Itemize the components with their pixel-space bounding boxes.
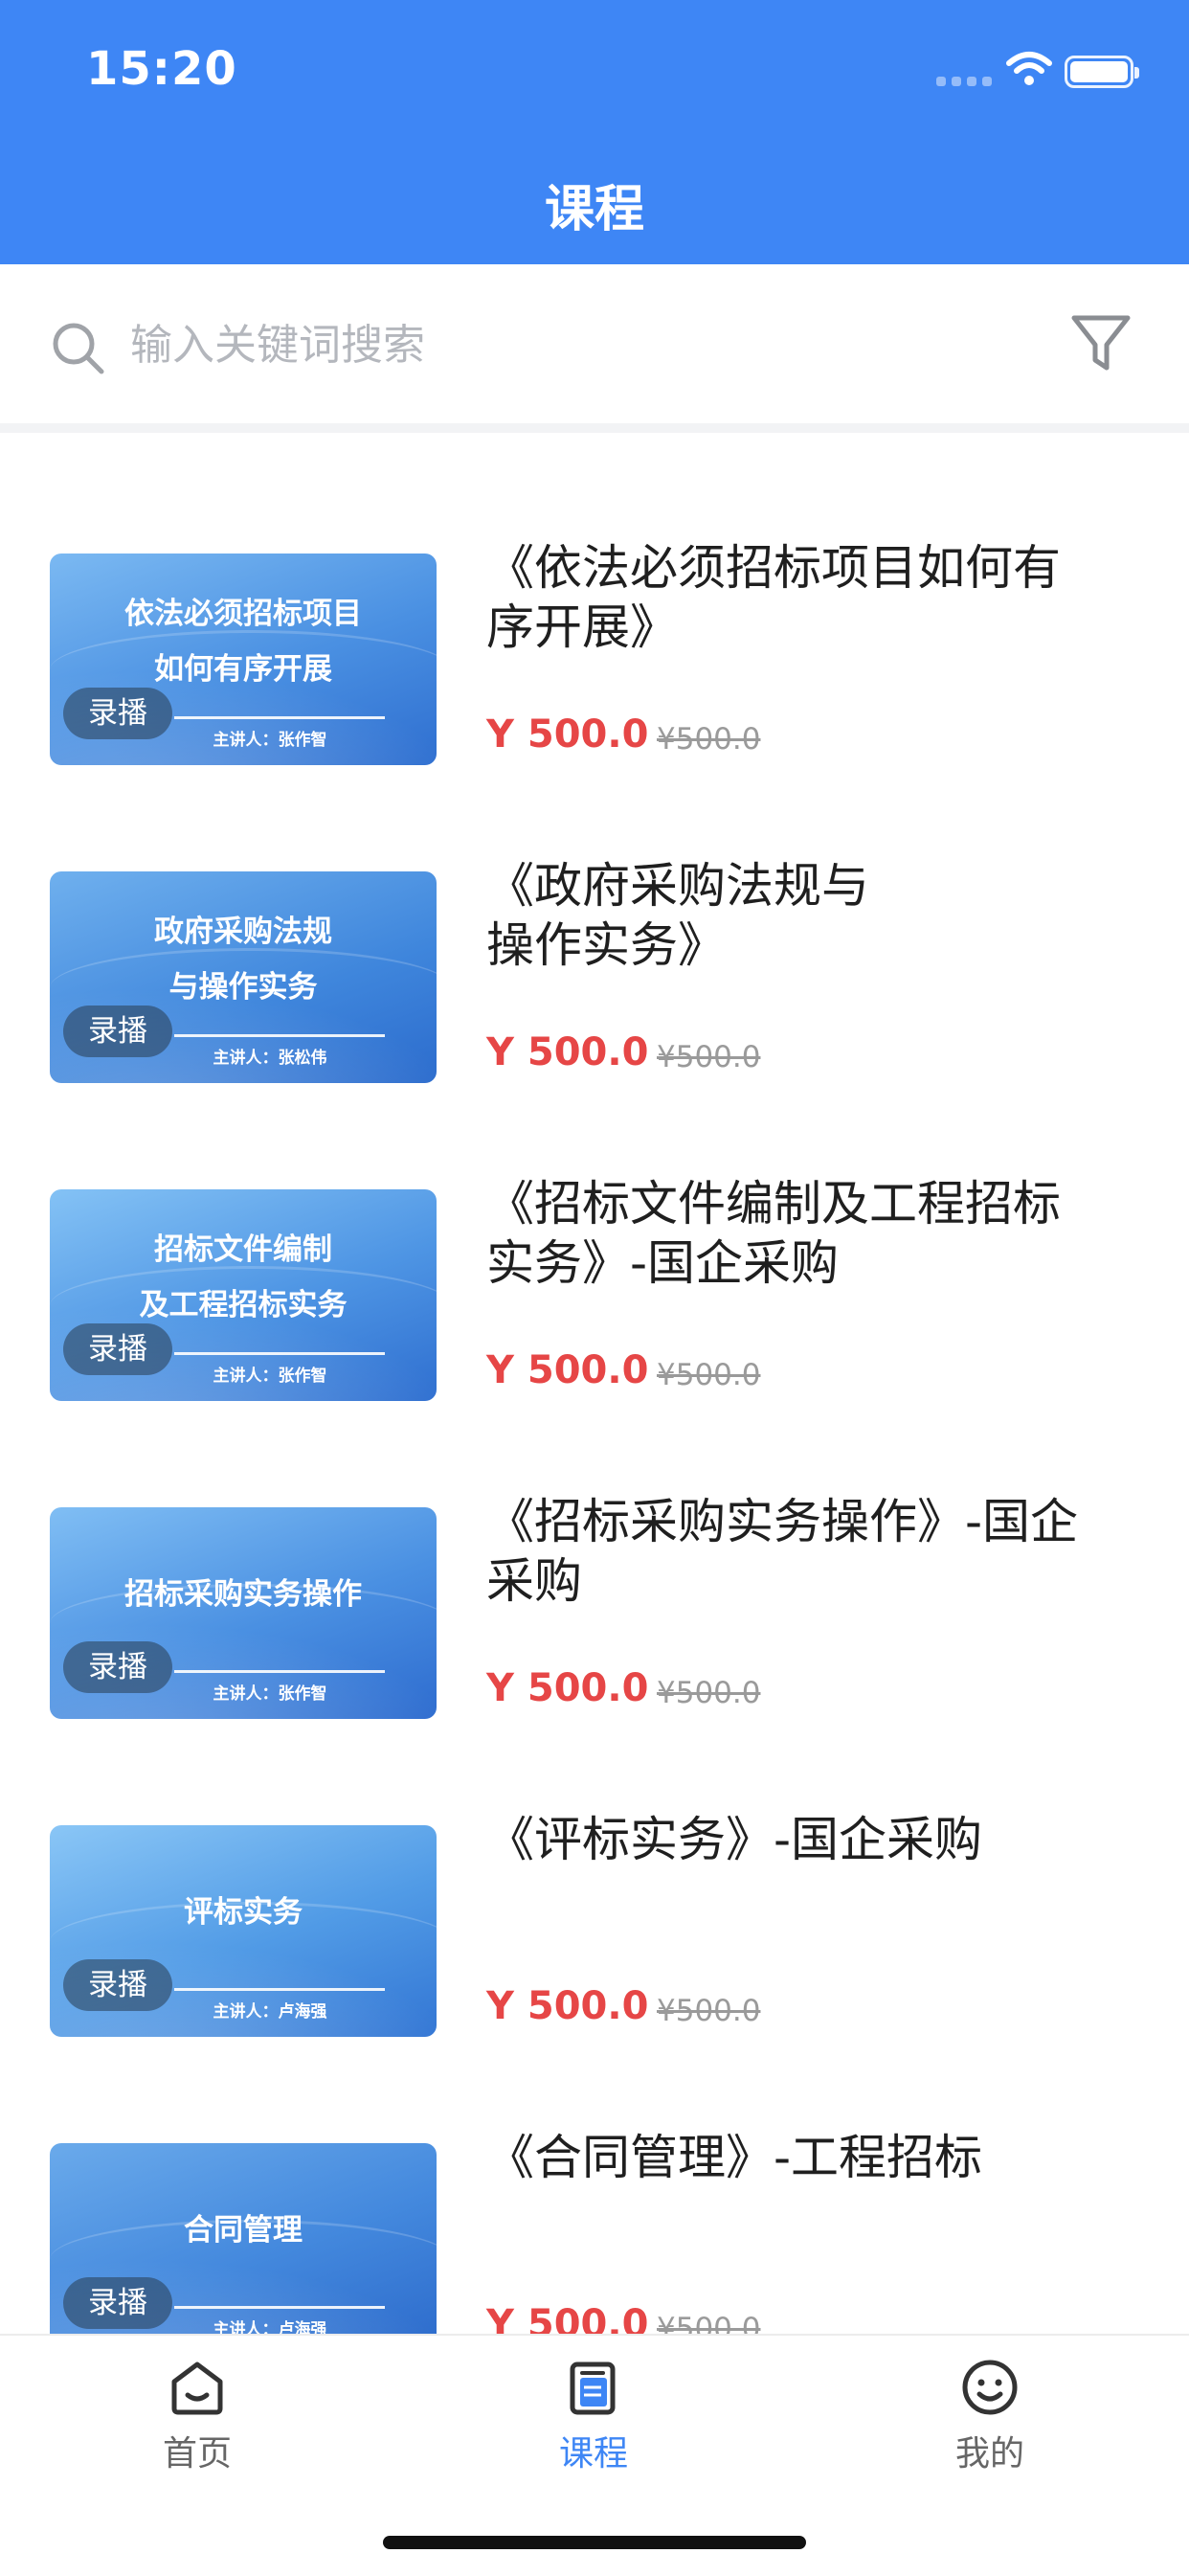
course-title[interactable]: 《评标实务》-国企采购 xyxy=(486,1810,1147,1869)
smiley-profile-icon xyxy=(962,2360,1018,2415)
filter-icon[interactable] xyxy=(1070,312,1132,375)
wifi-icon xyxy=(1006,52,1052,85)
tab-label: 首页 xyxy=(162,2434,232,2474)
course-thumbnail: 政府采购法规 与操作实务 主讲人：张松伟 录播 xyxy=(50,871,437,1083)
tab-profile[interactable]: 我的 xyxy=(875,2357,1105,2475)
tab-label: 我的 xyxy=(954,2434,1024,2474)
course-price: Y 500.0 xyxy=(486,2302,649,2334)
thumbnail-lecturer: 主讲人：张作智 xyxy=(213,731,327,750)
course-thumbnail: 招标采购实务操作 主讲人：张作智 录播 xyxy=(50,1507,437,1719)
search-bar xyxy=(0,264,1189,433)
recorded-tag: 录播 xyxy=(63,688,172,739)
course-thumbnail: 合同管理 主讲人：卢海强 录播 xyxy=(50,2143,437,2334)
thumbnail-title: 合同管理 xyxy=(184,2213,303,2248)
recorded-tag: 录播 xyxy=(63,1323,172,1375)
top-bar: 15:20 课程 xyxy=(0,0,1189,264)
course-original-price: ¥500.0 xyxy=(657,2312,761,2334)
thumbnail-title: 评标实务 xyxy=(184,1895,303,1930)
home-icon xyxy=(171,2361,223,2415)
course-title[interactable]: 《招标采购实务操作》-国企 采购 xyxy=(486,1492,1147,1611)
search-input[interactable] xyxy=(128,308,994,381)
thumbnail-lecturer: 主讲人：卢海强 xyxy=(213,2002,327,2022)
course-item[interactable]: 依法必须招标项目 如何有序开展 主讲人：张作智 录播 《依法必须招标项目如何有 … xyxy=(0,433,1189,765)
recorded-tag: 录播 xyxy=(63,1006,172,1057)
course-item[interactable]: 政府采购法规 与操作实务 主讲人：张松伟 录播 《政府采购法规与 操作实务》 Y… xyxy=(0,751,1189,1083)
thumbnail-lecturer: 主讲人：张作智 xyxy=(213,1684,327,1704)
recorded-tag: 录播 xyxy=(63,1959,172,2011)
battery-icon xyxy=(1065,56,1139,88)
tab-courses[interactable]: 课程 xyxy=(479,2357,708,2475)
tab-label: 课程 xyxy=(558,2434,628,2474)
page-title: 课程 xyxy=(544,181,644,238)
course-item[interactable]: 招标采购实务操作 主讲人：张作智 录播 《招标采购实务操作》-国企 采购 Y 5… xyxy=(0,1387,1189,1719)
tab-home[interactable]: 首页 xyxy=(82,2357,312,2475)
course-title[interactable]: 《招标文件编制及工程招标 实务》-国企采购 xyxy=(486,1174,1147,1293)
course-list: 依法必须招标项目 如何有序开展 主讲人：张作智 录播 《依法必须招标项目如何有 … xyxy=(0,433,1189,2334)
thumbnail-title: 招标文件编制 及工程招标实务 xyxy=(139,1232,348,1322)
home-indicator xyxy=(383,2536,806,2549)
thumbnail-title: 招标采购实务操作 xyxy=(124,1577,362,1612)
cellular-signal-icon xyxy=(936,77,992,86)
thumbnail-lecturer: 主讲人：张作智 xyxy=(213,1367,327,1386)
search-icon xyxy=(53,323,104,374)
course-title[interactable]: 《合同管理》-工程招标 xyxy=(486,2128,1147,2187)
thumbnail-title: 依法必须招标项目 如何有序开展 xyxy=(124,597,362,687)
thumbnail-lecturer: 主讲人：卢海强 xyxy=(213,2320,327,2334)
recorded-tag: 录播 xyxy=(63,1641,172,1693)
course-thumbnail: 招标文件编制 及工程招标实务 主讲人：张作智 录播 xyxy=(50,1189,437,1401)
course-thumbnail: 评标实务 主讲人：卢海强 录播 xyxy=(50,1825,437,2037)
status-time: 15:20 xyxy=(86,42,237,96)
course-book-icon xyxy=(570,2361,616,2415)
course-thumbnail: 依法必须招标项目 如何有序开展 主讲人：张作智 录播 xyxy=(50,554,437,765)
thumbnail-lecturer: 主讲人：张松伟 xyxy=(213,1049,327,1068)
course-item[interactable]: 招标文件编制 及工程招标实务 主讲人：张作智 录播 《招标文件编制及工程招标 实… xyxy=(0,1069,1189,1401)
course-title[interactable]: 《政府采购法规与 操作实务》 xyxy=(486,856,1147,975)
thumbnail-title: 政府采购法规 与操作实务 xyxy=(154,915,332,1005)
course-item[interactable]: 评标实务 主讲人：卢海强 录播 《评标实务》-国企采购 Y 500.0 ¥500… xyxy=(0,1705,1189,2037)
course-item[interactable]: 合同管理 主讲人：卢海强 录播 《合同管理》-工程招标 Y 500.0 ¥500… xyxy=(0,2022,1189,2334)
course-title[interactable]: 《依法必须招标项目如何有 序开展》 xyxy=(486,538,1147,657)
recorded-tag: 录播 xyxy=(63,2277,172,2329)
